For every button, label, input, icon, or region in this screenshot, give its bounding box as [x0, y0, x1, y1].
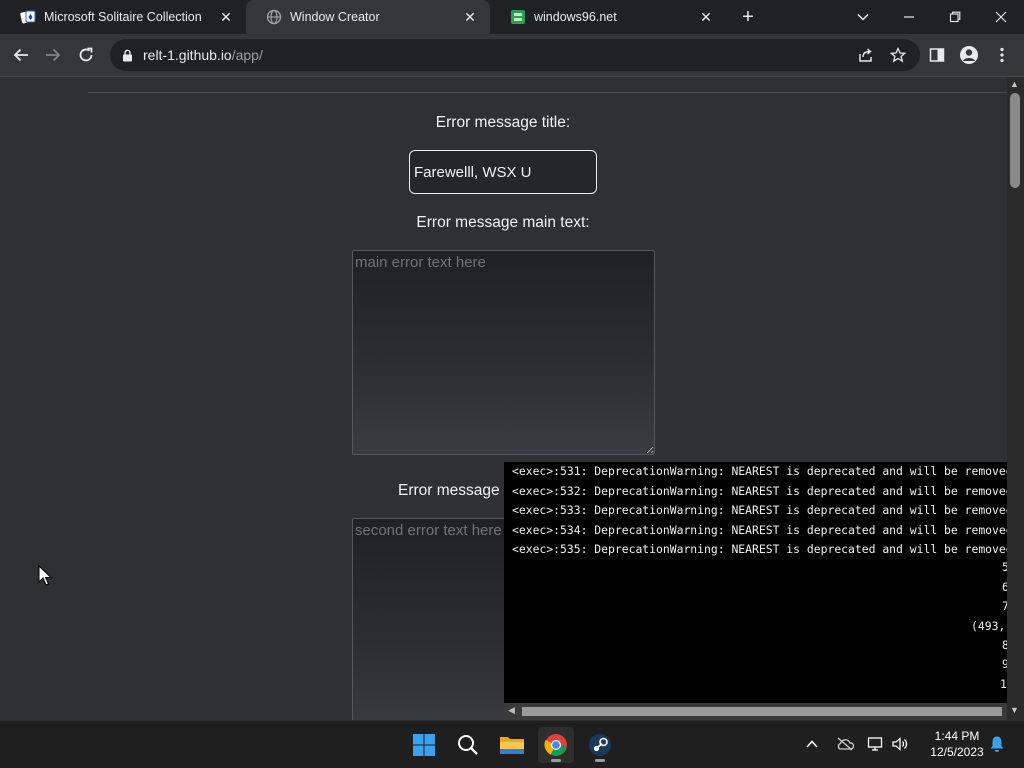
console-value: 1 [1000, 677, 1007, 691]
menu-button[interactable] [987, 40, 1017, 70]
console-line: <exec>:535: DeprecationWarning: NEAREST … [512, 542, 1007, 556]
forward-button[interactable] [38, 40, 68, 70]
kebab-menu-icon [1000, 47, 1004, 63]
onedrive-tray-button[interactable] [834, 733, 856, 755]
close-icon[interactable]: ✕ [462, 9, 478, 26]
running-indicator [595, 759, 605, 762]
tab-window-creator[interactable]: Window Creator ✕ [246, 0, 490, 34]
tab-title: Window Creator [290, 10, 380, 24]
main-text-textarea[interactable] [352, 250, 655, 455]
back-button[interactable] [6, 40, 36, 70]
cloud-offline-icon [837, 737, 854, 751]
close-icon [995, 11, 1007, 23]
steam-taskbar-button[interactable] [582, 727, 618, 763]
tab-solitaire[interactable]: Microsoft Solitaire Collection ✕ [0, 0, 246, 34]
console-line: <exec>:534: DeprecationWarning: NEAREST … [512, 522, 1007, 537]
forward-arrow-icon [46, 48, 61, 62]
windows-start-icon [413, 734, 435, 756]
minimize-icon [904, 16, 914, 18]
main-text-label: Error message main text: [416, 214, 590, 231]
lock-icon [123, 49, 132, 61]
chrome-icon [544, 734, 567, 756]
chevron-up-icon [806, 740, 818, 748]
restore-button[interactable] [932, 0, 978, 34]
console-line: <exec>:531: DeprecationWarning: NEAREST … [512, 464, 1007, 478]
close-window-button[interactable] [978, 0, 1024, 34]
speaker-icon [892, 737, 908, 751]
network-tray-button[interactable] [865, 733, 887, 755]
profile-button[interactable] [954, 40, 984, 70]
divider [88, 92, 1007, 93]
tab-title: Microsoft Solitaire Collection [44, 10, 202, 24]
file-explorer-button[interactable] [494, 727, 530, 763]
close-icon[interactable]: ✕ [698, 9, 714, 26]
tab-search-button[interactable] [840, 0, 886, 34]
running-indicator [551, 759, 561, 762]
console-window: <exec>:531: DeprecationWarning: NEAREST … [504, 462, 1007, 720]
scroll-up-arrow-icon[interactable]: ▲ [1010, 79, 1019, 89]
bell-icon [990, 736, 1004, 752]
console-line: <exec>:533: DeprecationWarning: NEAREST … [512, 503, 1007, 517]
tab-strip: Microsoft Solitaire Collection ✕ Window … [0, 0, 1024, 34]
restore-icon [949, 11, 961, 23]
star-icon [890, 47, 906, 63]
page-vertical-scrollbar[interactable]: ▲ ▼ [1007, 77, 1024, 720]
close-icon[interactable]: ✕ [218, 9, 234, 26]
share-icon [859, 48, 872, 62]
notifications-button[interactable] [986, 733, 1008, 755]
tab-windows96[interactable]: windows96.net ✕ [490, 0, 726, 34]
error-title-input[interactable] [409, 150, 597, 194]
profile-icon [960, 46, 978, 64]
title-label: Error message title: [435, 114, 571, 131]
address-bar[interactable]: relt-1.github.io/app/ [110, 39, 920, 71]
url-text: relt-1.github.io/app/ [143, 47, 263, 63]
browser-toolbar: relt-1.github.io/app/ [0, 34, 1024, 77]
console-line: <exec>:532: DeprecationWarning: NEAREST … [512, 483, 1007, 498]
reload-button[interactable] [71, 40, 101, 70]
chevron-down-icon [857, 13, 869, 21]
file-explorer-icon [500, 737, 524, 754]
console-horizontal-scrollbar[interactable]: ◀ [504, 703, 1007, 720]
tab-title: windows96.net [534, 10, 617, 24]
scroll-left-arrow-icon[interactable]: ◀ [508, 705, 515, 716]
reload-icon [79, 47, 93, 62]
minimize-button[interactable] [886, 0, 932, 34]
taskbar: 1:44 PM 12/5/2023 [0, 720, 1024, 768]
scroll-down-arrow-icon[interactable]: ▼ [1010, 705, 1019, 715]
side-panel-button[interactable] [922, 40, 952, 70]
url-path: /app/ [231, 47, 263, 63]
share-button[interactable] [851, 40, 881, 70]
network-icon [867, 737, 883, 751]
scrollbar-thumb[interactable] [522, 707, 1002, 716]
console-value: (493, [971, 619, 1006, 633]
console-output: <exec>:531: DeprecationWarning: NEAREST … [512, 462, 1007, 562]
chrome-taskbar-button[interactable] [538, 727, 574, 763]
side-panel-icon [929, 48, 945, 62]
bookmark-button[interactable] [883, 40, 913, 70]
show-hidden-icons-button[interactable] [801, 733, 823, 755]
globe-icon [266, 9, 282, 25]
search-icon [458, 735, 478, 755]
volume-tray-button[interactable] [889, 733, 911, 755]
steam-icon [589, 734, 611, 756]
windows96-icon [511, 10, 525, 24]
solitaire-icon [20, 10, 36, 24]
back-arrow-icon [13, 48, 28, 62]
start-button[interactable] [406, 727, 442, 763]
mouse-cursor-icon [38, 565, 52, 586]
taskbar-search-button[interactable] [450, 727, 486, 763]
url-host: relt-1.github.io [143, 47, 232, 63]
scrollbar-thumb[interactable] [1010, 93, 1020, 188]
new-tab-button[interactable]: + [736, 5, 760, 29]
